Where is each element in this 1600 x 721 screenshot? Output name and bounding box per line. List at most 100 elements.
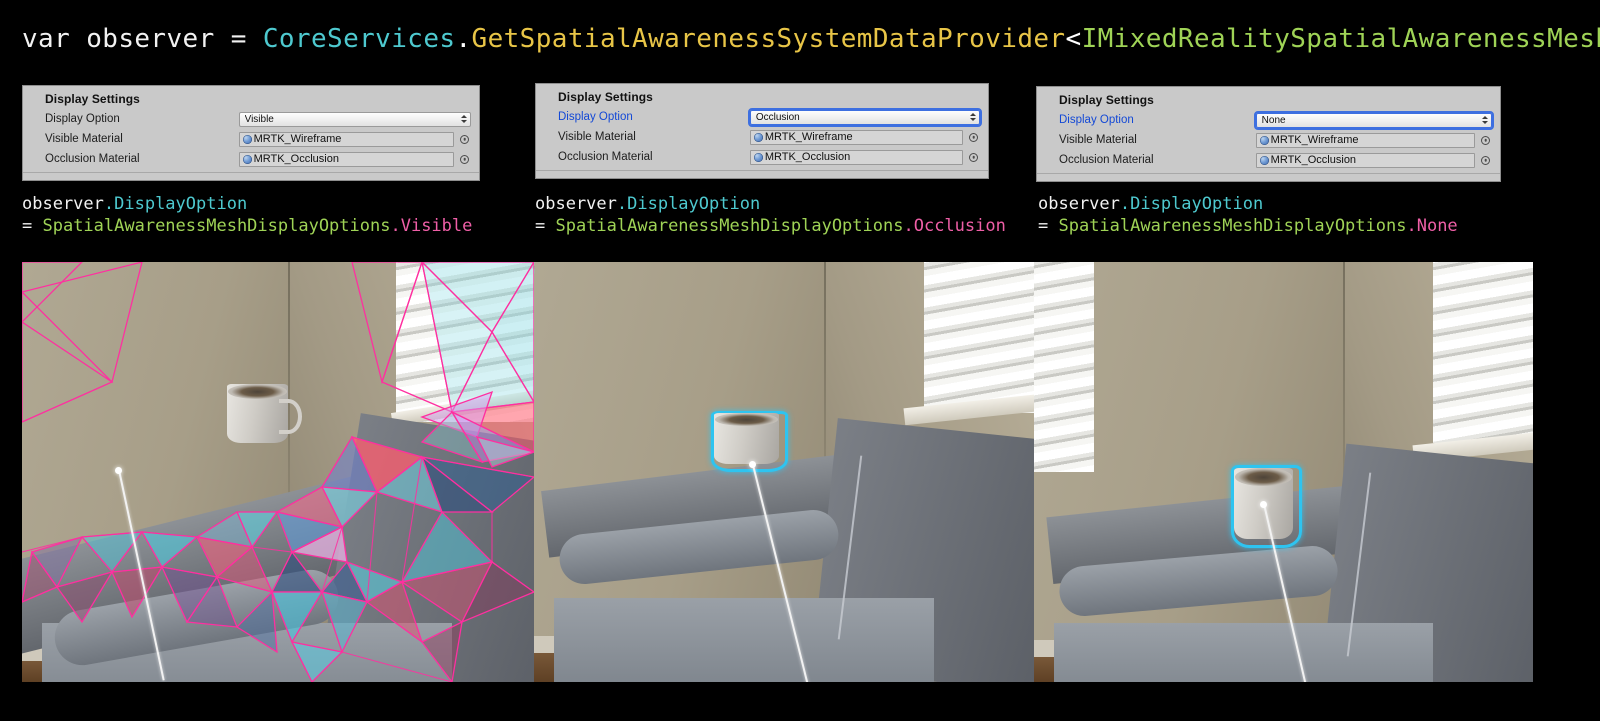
code-block-occlusion: observer.DisplayOption = SpatialAwarenes…	[535, 193, 1006, 237]
stepper-updown-icon	[968, 111, 977, 124]
code-enum: SpatialAwarenessMeshDisplayOptions	[42, 216, 391, 236]
visible-material-label: Visible Material	[45, 133, 123, 145]
occlusion-material-field[interactable]: MRTK_Occlusion	[749, 149, 963, 165]
photo-visible	[22, 262, 534, 682]
visible-material-row: Visible Material MRTK_Wireframe	[1045, 131, 1492, 149]
object-picker-target-icon[interactable]	[1479, 134, 1492, 147]
material-sphere-icon	[242, 154, 252, 164]
screenshot-row	[22, 262, 1533, 682]
photo-occlusion	[534, 262, 1034, 682]
display-option-label: Display Option	[558, 111, 633, 123]
display-option-dropdown[interactable]: Visible	[238, 111, 471, 127]
code-eq: =	[1038, 216, 1059, 236]
display-option-label: Display Option	[45, 113, 120, 125]
code-obj: observer	[1038, 194, 1120, 214]
occlusion-material-row: Occlusion Material MRTK_Occlusion	[31, 150, 471, 168]
code-enum: SpatialAwarenessMeshDisplayOptions	[1058, 216, 1407, 236]
couch-seat	[1053, 623, 1434, 682]
object-picker-target-icon[interactable]	[458, 153, 471, 166]
pointer-cursor	[115, 467, 122, 474]
mug	[711, 411, 788, 472]
display-option-label: Display Option	[1059, 114, 1134, 126]
code-member: .None	[1406, 216, 1458, 236]
stepper-updown-icon	[1480, 114, 1489, 127]
material-sphere-icon	[753, 152, 763, 162]
panel-header: Display Settings	[1059, 93, 1154, 107]
code-member: .Occlusion	[903, 216, 1006, 236]
panel-divider	[536, 170, 988, 171]
panel-header: Display Settings	[558, 90, 653, 104]
window-left	[1034, 262, 1094, 472]
code-line-2: = SpatialAwarenessMeshDisplayOptions.Non…	[1038, 215, 1458, 237]
visible-material-field[interactable]: MRTK_Wireframe	[1255, 132, 1475, 148]
object-picker-target-icon[interactable]	[1479, 154, 1492, 167]
display-option-dropdown[interactable]: Occlusion	[747, 107, 983, 127]
code-block-none: observer.DisplayOption = SpatialAwarenes…	[1038, 193, 1458, 237]
occlusion-material-label: Occlusion Material	[1059, 154, 1154, 166]
visible-material-field[interactable]: MRTK_Wireframe	[749, 129, 963, 145]
display-settings-panel-none: Display Settings Display Option None Vis…	[1036, 86, 1501, 182]
code-eq: =	[535, 216, 556, 236]
object-picker-target-icon[interactable]	[967, 131, 980, 144]
code-obj: observer	[535, 194, 617, 214]
window	[924, 262, 1034, 414]
visible-material-label: Visible Material	[1059, 134, 1137, 146]
visible-material-row: Visible Material MRTK_Wireframe	[31, 130, 471, 148]
code-line-1: observer.DisplayOption	[535, 193, 1006, 215]
visible-material-label: Visible Material	[558, 131, 636, 143]
photo-none	[1034, 262, 1533, 682]
code-prop: .DisplayOption	[616, 194, 761, 214]
window-blinds	[924, 262, 1034, 414]
window-blinds	[1433, 262, 1533, 443]
display-option-value: None	[1261, 114, 1286, 126]
display-settings-panel-occlusion: Display Settings Display Option Occlusio…	[535, 83, 989, 179]
occlusion-material-row: Occlusion Material MRTK_Occlusion	[544, 148, 980, 166]
visible-material-row: Visible Material MRTK_Wireframe	[544, 128, 980, 146]
visible-material-field[interactable]: MRTK_Wireframe	[238, 131, 454, 147]
panel-divider	[1037, 173, 1500, 174]
couch-seat	[554, 598, 934, 682]
display-option-row: Display Option None	[1045, 110, 1495, 130]
display-option-row: Display Option Occlusion	[544, 107, 983, 127]
code-prop: .DisplayOption	[1119, 194, 1264, 214]
occlusion-material-field[interactable]: MRTK_Occlusion	[238, 151, 454, 167]
code-obj: observer	[22, 194, 104, 214]
wall-corner	[824, 262, 826, 481]
pointer-cursor	[1260, 501, 1267, 508]
object-picker-target-icon[interactable]	[967, 151, 980, 164]
material-sphere-icon	[1259, 135, 1269, 145]
window-right	[1433, 262, 1533, 443]
code-line-2: = SpatialAwarenessMeshDisplayOptions.Occ…	[535, 215, 1006, 237]
display-option-value: Visible	[244, 113, 274, 125]
code-line-2: = SpatialAwarenessMeshDisplayOptions.Vis…	[22, 215, 472, 237]
display-settings-panel-visible: Display Settings Display Option Visible …	[22, 85, 480, 181]
spatial-mesh-overlay	[22, 262, 534, 682]
occlusion-material-row: Occlusion Material MRTK_Occlusion	[1045, 151, 1492, 169]
code-enum: SpatialAwarenessMeshDisplayOptions	[555, 216, 904, 236]
visible-material-value: MRTK_Wireframe	[764, 131, 853, 143]
object-picker-target-icon[interactable]	[458, 133, 471, 146]
material-sphere-icon	[1259, 155, 1269, 165]
code-eq: =	[22, 216, 43, 236]
occlusion-material-value: MRTK_Occlusion	[1270, 154, 1357, 166]
mesh-sliver-left	[534, 262, 535, 274]
visible-material-value: MRTK_Wireframe	[1270, 134, 1359, 146]
display-option-row: Display Option Visible	[31, 110, 471, 128]
code-line-1: observer.DisplayOption	[22, 193, 472, 215]
code-prop: .DisplayOption	[103, 194, 248, 214]
material-sphere-icon	[242, 134, 252, 144]
material-sphere-icon	[753, 132, 763, 142]
occlusion-material-value: MRTK_Occlusion	[253, 153, 339, 165]
display-option-dropdown[interactable]: None	[1253, 110, 1495, 130]
window-blinds	[1034, 262, 1094, 472]
stepper-updown-icon	[459, 113, 468, 126]
visible-material-value: MRTK_Wireframe	[253, 133, 342, 145]
display-option-value: Occlusion	[755, 111, 800, 123]
occlusion-material-label: Occlusion Material	[558, 151, 653, 163]
code-block-visible: observer.DisplayOption = SpatialAwarenes…	[22, 193, 472, 237]
panel-divider	[23, 172, 479, 173]
code-member: .Visible	[390, 216, 473, 236]
occlusion-material-field[interactable]: MRTK_Occlusion	[1255, 152, 1475, 168]
occlusion-material-value: MRTK_Occlusion	[764, 151, 851, 163]
code-line-1: observer.DisplayOption	[1038, 193, 1458, 215]
